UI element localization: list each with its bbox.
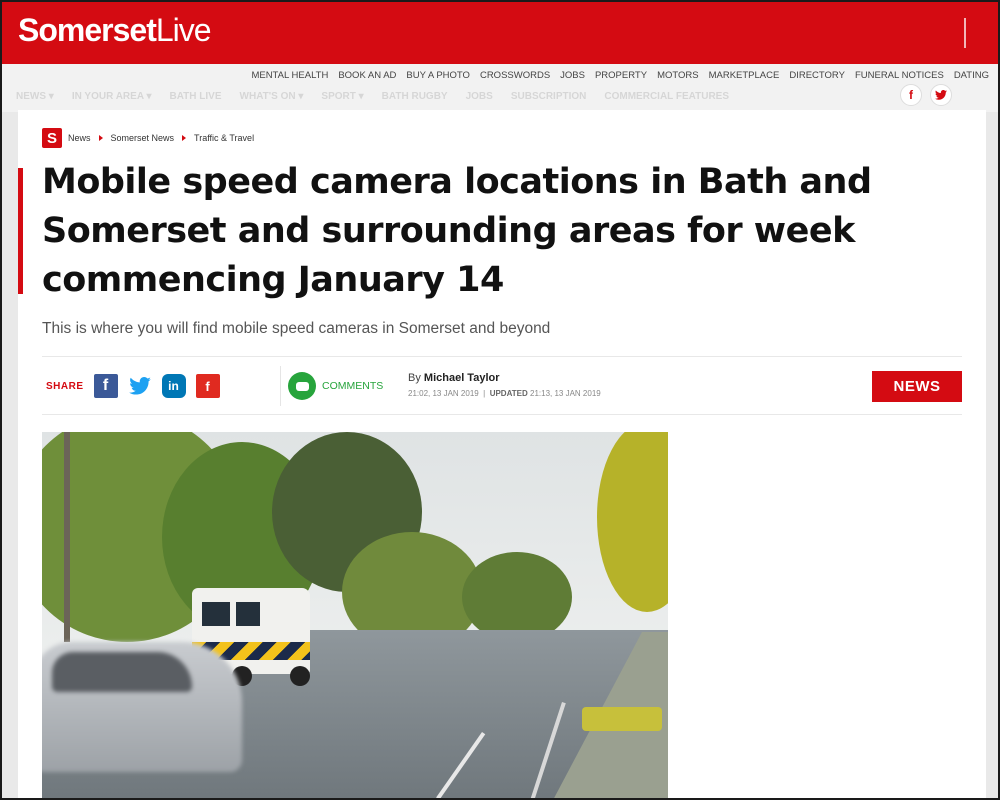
share-bar: SHARE f in f xyxy=(46,374,220,398)
browser-frame: SomersetLive MENTAL HEALTH BOOK AN AD BU… xyxy=(0,0,1000,800)
section-tag-news[interactable]: NEWS xyxy=(872,371,962,402)
main-nav-faded: NEWS ▾ IN YOUR AREA ▾ BATH LIVE WHAT'S O… xyxy=(16,91,729,102)
twitter-share-icon[interactable] xyxy=(128,374,152,398)
sub-navigation: MENTAL HEALTH BOOK AN AD BUY A PHOTO CRO… xyxy=(2,64,998,112)
nav-item-bath-rugby[interactable]: BATH RUGBY xyxy=(382,91,448,102)
article-standfirst: This is where you will find mobile speed… xyxy=(42,320,551,337)
site-header: SomersetLive xyxy=(2,2,998,64)
breadcrumb-traffic-travel[interactable]: Traffic & Travel xyxy=(194,133,254,143)
flipboard-share-icon[interactable]: f xyxy=(195,374,220,398)
published-time: 21:02, 13 JAN 2019 xyxy=(408,389,479,398)
logo-part-somerset: Somerset xyxy=(18,12,157,48)
photo-pole xyxy=(64,432,70,642)
util-link-marketplace[interactable]: MARKETPLACE xyxy=(704,70,785,81)
share-label: SHARE xyxy=(46,380,84,392)
utility-links: MENTAL HEALTH BOOK AN AD BUY A PHOTO CRO… xyxy=(246,70,994,81)
photo-grass xyxy=(582,707,662,731)
author-name[interactable]: Michael Taylor xyxy=(424,372,500,384)
nav-item-in-your-area[interactable]: IN YOUR AREA ▾ xyxy=(72,91,152,102)
nav-item-news[interactable]: NEWS ▾ xyxy=(16,91,54,102)
author-line: By Michael Taylor xyxy=(408,372,601,384)
divider xyxy=(42,356,962,357)
menu-divider xyxy=(964,18,966,48)
photo-wheel xyxy=(290,666,310,686)
facebook-icon[interactable]: f xyxy=(900,84,922,106)
util-link-directory[interactable]: DIRECTORY xyxy=(784,70,850,81)
headline-accent-bar xyxy=(18,168,23,294)
util-link-funeral-notices[interactable]: FUNERAL NOTICES xyxy=(850,70,949,81)
breadcrumb-arrow-icon xyxy=(98,135,103,141)
breadcrumb-arrow-icon xyxy=(182,135,187,141)
article-card: S News Somerset News Traffic & Travel Mo… xyxy=(18,110,986,798)
photo-van-window xyxy=(202,602,230,626)
util-link-property[interactable]: PROPERTY xyxy=(590,70,652,81)
breadcrumb-news[interactable]: News xyxy=(68,133,91,143)
comments-link[interactable]: COMMENTS xyxy=(288,372,383,400)
site-logo[interactable]: SomersetLive xyxy=(18,12,212,49)
util-link-dating[interactable]: DATING xyxy=(949,70,994,81)
nav-item-bath-live[interactable]: BATH LIVE xyxy=(169,91,221,102)
by-prefix: By xyxy=(408,372,421,384)
facebook-share-icon[interactable]: f xyxy=(93,374,118,398)
nav-item-subscription[interactable]: SUBSCRIPTION xyxy=(511,91,587,102)
article-dates: 21:02, 13 JAN 2019 | UPDATED 21:13, 13 J… xyxy=(408,389,601,398)
util-link-crosswords[interactable]: CROSSWORDS xyxy=(475,70,555,81)
photo-van-window xyxy=(236,602,260,626)
linkedin-share-icon[interactable]: in xyxy=(161,374,186,398)
share-divider xyxy=(280,366,281,406)
photo-car-window xyxy=(52,652,192,692)
divider xyxy=(42,414,962,415)
util-link-mental-health[interactable]: MENTAL HEALTH xyxy=(246,70,333,81)
section-badge[interactable]: S xyxy=(42,128,62,148)
util-link-buy-a-photo[interactable]: BUY A PHOTO xyxy=(401,70,475,81)
nav-item-commercial-features[interactable]: COMMERCIAL FEATURES xyxy=(604,91,729,102)
logo-part-live: Live xyxy=(155,12,212,48)
breadcrumb-somerset-news[interactable]: Somerset News xyxy=(111,133,175,143)
nav-item-sport[interactable]: SPORT ▾ xyxy=(321,91,363,102)
byline: By Michael Taylor 21:02, 13 JAN 2019 | U… xyxy=(408,372,601,398)
article-headline: Mobile speed camera locations in Bath an… xyxy=(42,162,872,300)
updated-time: 21:13, 13 JAN 2019 xyxy=(530,389,601,398)
hero-photo-speed-camera-van xyxy=(42,432,668,798)
comment-bubble-icon xyxy=(288,372,316,400)
photo-tree xyxy=(462,552,572,642)
updated-label: UPDATED xyxy=(489,389,528,398)
nav-item-whats-on[interactable]: WHAT'S ON ▾ xyxy=(240,91,304,102)
nav-item-jobs[interactable]: JOBS xyxy=(466,91,493,102)
util-link-book-an-ad[interactable]: BOOK AN AD xyxy=(333,70,401,81)
util-link-motors[interactable]: MOTORS xyxy=(652,70,704,81)
twitter-icon[interactable] xyxy=(930,84,952,106)
breadcrumb: S News Somerset News Traffic & Travel xyxy=(42,128,254,148)
util-link-jobs[interactable]: JOBS xyxy=(555,70,590,81)
comments-label: COMMENTS xyxy=(322,380,384,392)
header-social-links: f xyxy=(900,84,952,106)
